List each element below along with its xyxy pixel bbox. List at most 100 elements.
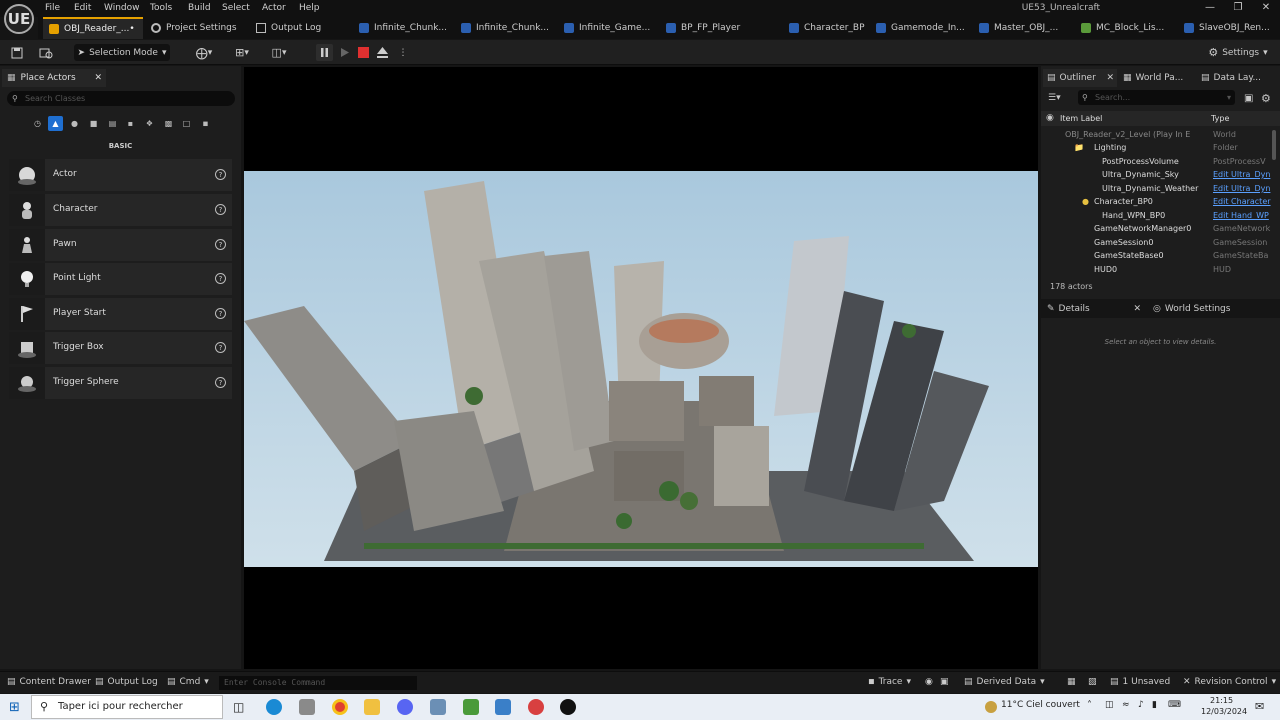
task-view-icon[interactable]: ◫ (233, 700, 244, 714)
help-icon[interactable]: ? (215, 169, 226, 180)
clock-time[interactable]: 21:15 (1210, 696, 1233, 705)
menu-actor[interactable]: Actor (262, 3, 286, 13)
add-folder-icon[interactable]: ▣ (1244, 93, 1253, 104)
tab-world-settings[interactable]: ◎ World Settings (1149, 300, 1230, 318)
shapes-filter-icon[interactable]: ■ (86, 116, 101, 131)
tab-infinite-chunk-2[interactable]: Infinite_Chunk... (455, 17, 555, 39)
close-icon[interactable]: ✕ (1256, 2, 1276, 13)
outliner-scrollbar[interactable] (1272, 130, 1276, 160)
close-tab-icon[interactable]: ✕ (1133, 304, 1141, 314)
trace-dropdown[interactable]: ◾ Trace ▾ (868, 677, 911, 687)
outliner-row[interactable]: 📁 Lighting Folder (1041, 142, 1271, 155)
menu-help[interactable]: Help (299, 3, 320, 13)
wifi-icon[interactable]: ≈ (1122, 700, 1130, 710)
tab-gamemode[interactable]: Gamemode_In... (870, 17, 970, 39)
recent-filter-icon[interactable]: ◷ (30, 116, 45, 131)
tab-project-settings[interactable]: Project Settings (145, 17, 245, 39)
calculator-icon[interactable] (495, 699, 511, 715)
settings-button[interactable]: ⚙ Settings ▾ (1208, 44, 1268, 61)
app-icon[interactable] (299, 699, 315, 715)
misc-filter-icon[interactable]: ◾ (198, 116, 213, 131)
photos-icon[interactable] (430, 699, 446, 715)
close-tab-icon[interactable]: ✕ (94, 73, 102, 83)
level-viewport[interactable] (244, 67, 1038, 669)
pause-button[interactable] (316, 44, 333, 61)
geometry-filter-icon[interactable]: □ (179, 116, 194, 131)
content-drawer-button[interactable]: ▤ Content Drawer (7, 677, 91, 687)
browse-icon[interactable] (36, 44, 56, 61)
camera-icon[interactable]: ▣ (940, 677, 949, 687)
tab-infinite-chunk-1[interactable]: Infinite_Chunk... (353, 17, 453, 39)
selection-mode-dropdown[interactable]: ➤ Selection Mode ▾ (74, 44, 170, 61)
taskbar-search-input[interactable]: ⚲ Taper ici pour rechercher (31, 695, 223, 719)
chevron-up-icon[interactable]: ˄ (1087, 700, 1092, 711)
network-icon[interactable]: ◫ (1105, 700, 1114, 710)
search-classes-input[interactable]: ⚲ Search Classes (7, 91, 235, 106)
unsaved-button[interactable]: ▤ 1 Unsaved (1110, 677, 1170, 687)
unreal-logo-icon[interactable]: UE (4, 4, 34, 34)
outliner-row[interactable]: GameNetworkManager0 GameNetwork (1041, 223, 1271, 236)
revision-control-dropdown[interactable]: ✕ Revision Control ▾ (1183, 677, 1276, 687)
row-type-link[interactable]: Edit Ultra_Dyn (1213, 170, 1271, 179)
minimize-icon[interactable]: — (1200, 2, 1220, 13)
stop-button[interactable] (355, 44, 372, 61)
bell-icon[interactable]: ▧ (1088, 677, 1097, 687)
more-options-icon[interactable]: ⋮ (397, 44, 409, 61)
actor-item-actor[interactable]: Actor ? (9, 159, 232, 191)
tab-world-partition[interactable]: ▦ World Pa... (1119, 69, 1183, 87)
cinematic-filter-icon[interactable]: ▪ (123, 116, 138, 131)
gear-icon[interactable]: ⚙ (1261, 92, 1271, 105)
row-type-link[interactable]: Edit Ultra_Dyn (1213, 184, 1271, 193)
outliner-row[interactable]: GameStateBase0 GameStateBa (1041, 250, 1271, 263)
tab-master-obj[interactable]: Master_OBJ_... (973, 17, 1073, 39)
help-icon[interactable]: ? (215, 377, 226, 388)
row-type-link[interactable]: Edit Hand_WP (1213, 211, 1271, 220)
outliner-row[interactable]: ● Character_BP0 Edit Character (1041, 196, 1271, 209)
row-type-link[interactable]: Edit Character (1213, 197, 1271, 206)
clock-date[interactable]: 12/03/2024 (1201, 707, 1247, 716)
outliner-row[interactable]: OBJ_Reader_v2_Level (Play In E World (1041, 129, 1271, 142)
help-icon[interactable]: ? (215, 308, 226, 319)
source-control-icon[interactable]: ▦ (1067, 677, 1076, 687)
menu-file[interactable]: File (45, 3, 60, 13)
filter-icon[interactable]: ☰▾ (1048, 93, 1061, 103)
tab-infinite-game[interactable]: Infinite_Game... (558, 17, 658, 39)
outliner-row[interactable]: Hand_WPN_BP0 Edit Hand_WP (1041, 210, 1271, 223)
derived-data-dropdown[interactable]: ▤ Derived Data ▾ (964, 677, 1045, 687)
actor-item-player-start[interactable]: Player Start ? (9, 298, 232, 330)
discord-icon[interactable] (397, 699, 413, 715)
tab-mc-block-list[interactable]: MC_Block_Lis... (1075, 17, 1175, 39)
save-icon[interactable] (8, 44, 26, 61)
menu-select[interactable]: Select (222, 3, 250, 13)
output-log-button[interactable]: ▤ Output Log (95, 677, 158, 687)
unreal-engine-icon[interactable] (560, 699, 576, 715)
actor-item-point-light[interactable]: Point Light ? (9, 263, 232, 295)
tab-slave-obj[interactable]: SlaveOBJ_Ren... (1178, 17, 1280, 39)
console-command-input[interactable]: Enter Console Command (219, 676, 417, 690)
outliner-row[interactable]: Ultra_Dynamic_Sky Edit Ultra_Dyn (1041, 169, 1271, 182)
volumes-filter-icon[interactable]: ❖ (142, 116, 157, 131)
help-icon[interactable]: ? (215, 342, 226, 353)
tab-outliner[interactable]: ▤ Outliner ✕ (1043, 69, 1117, 87)
add-actor-button[interactable]: ⨁ ▾ (190, 44, 218, 61)
outliner-row[interactable]: GameSession0 GameSession (1041, 237, 1271, 250)
visual-effects-filter-icon[interactable]: ▤ (105, 116, 120, 131)
file-explorer-icon[interactable] (364, 699, 380, 715)
outliner-row[interactable]: HUD0 HUD (1041, 264, 1271, 277)
blueprint-menu-button[interactable]: ⊞ ▾ (228, 44, 256, 61)
notification-icon[interactable]: ✉ (1255, 700, 1264, 713)
eject-button[interactable] (374, 44, 391, 61)
edge-icon[interactable] (266, 699, 282, 715)
chrome-icon[interactable] (332, 699, 348, 715)
column-type[interactable]: Type (1211, 114, 1229, 123)
tab-level[interactable]: OBJ_Reader_...• (43, 17, 143, 39)
all-classes-filter-icon[interactable]: ▩ (161, 116, 176, 131)
actor-item-pawn[interactable]: Pawn ? (9, 229, 232, 261)
eye-icon[interactable]: ◉ (1046, 113, 1054, 123)
lights-filter-icon[interactable]: ● (67, 116, 82, 131)
play-button[interactable] (336, 44, 353, 61)
menu-build[interactable]: Build (188, 3, 211, 13)
tab-bp-fp-player[interactable]: BP_FP_Player (660, 17, 760, 39)
app-icon[interactable] (463, 699, 479, 715)
windows-start-icon[interactable]: ⊞ (9, 700, 20, 715)
